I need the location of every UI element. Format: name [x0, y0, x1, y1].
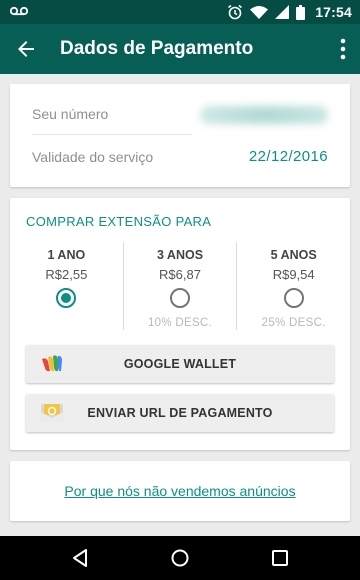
plan-1-year[interactable]: 1 ANO R$2,55 [10, 242, 123, 330]
google-wallet-button[interactable]: GOOGLE WALLET [26, 345, 334, 383]
plan-duration: 3 ANOS [156, 248, 204, 262]
divider [32, 134, 192, 135]
ads-info-card: Por que nós não vendemos anúncios [10, 461, 350, 521]
purchase-heading: COMPRAR EXTENSÃO PARA [26, 214, 212, 229]
plan-5-years[interactable]: 5 ANOS R$9,54 25% DESC. [236, 242, 350, 330]
plan-price: R$2,55 [45, 267, 88, 282]
nav-back-icon[interactable] [69, 547, 91, 569]
plan-options: 1 ANO R$2,55 3 ANOS R$6,87 10% DESC. 5 A… [10, 242, 350, 330]
plan-radio[interactable] [170, 288, 190, 308]
account-info-card: Seu número Validade do serviço 22/12/201… [10, 84, 350, 187]
plan-price: R$9,54 [272, 267, 315, 282]
page-title: Dados de Pagamento [60, 38, 254, 59]
plan-3-years[interactable]: 3 ANOS R$6,87 10% DESC. [122, 242, 237, 330]
nav-recents-icon[interactable] [269, 547, 291, 569]
phone-number-redacted [200, 106, 328, 124]
status-time: 17:54 [315, 4, 352, 20]
why-no-ads-link[interactable]: Por que nós não vendemos anúncios [10, 483, 350, 499]
send-payment-url-label: ENVIAR URL DE PAGAMENTO [87, 406, 273, 420]
wifi-icon [250, 6, 269, 19]
send-payment-url-button[interactable]: ENVIAR URL DE PAGAMENTO [26, 394, 334, 432]
plan-radio[interactable] [283, 288, 304, 308]
alarm-icon [228, 4, 243, 20]
overflow-menu-icon[interactable] [340, 38, 346, 60]
validity-label: Validade do serviço [32, 149, 154, 165]
validity-date: 22/12/2016 [248, 148, 328, 165]
plan-duration: 5 ANOS [270, 248, 317, 262]
app-bar: Dados de Pagamento [0, 24, 360, 74]
plan-price: R$6,87 [159, 267, 201, 282]
back-arrow-icon[interactable] [14, 37, 38, 61]
plan-duration: 1 ANO [47, 248, 86, 262]
voicemail-icon [10, 6, 28, 16]
signal-icon [275, 5, 290, 19]
nav-home-icon[interactable] [169, 547, 191, 569]
navigation-bar [0, 536, 360, 580]
status-bar: 17:54 [0, 0, 360, 24]
number-label: Seu número [32, 106, 109, 122]
plan-discount: 10% DESC. [147, 317, 213, 329]
purchase-card: COMPRAR EXTENSÃO PARA 1 ANO R$2,55 3 ANO… [10, 198, 350, 450]
plan-radio-selected[interactable] [56, 288, 77, 308]
google-wallet-label: GOOGLE WALLET [123, 357, 237, 371]
plan-discount: 25% DESC. [261, 317, 326, 329]
battery-icon [296, 4, 306, 20]
